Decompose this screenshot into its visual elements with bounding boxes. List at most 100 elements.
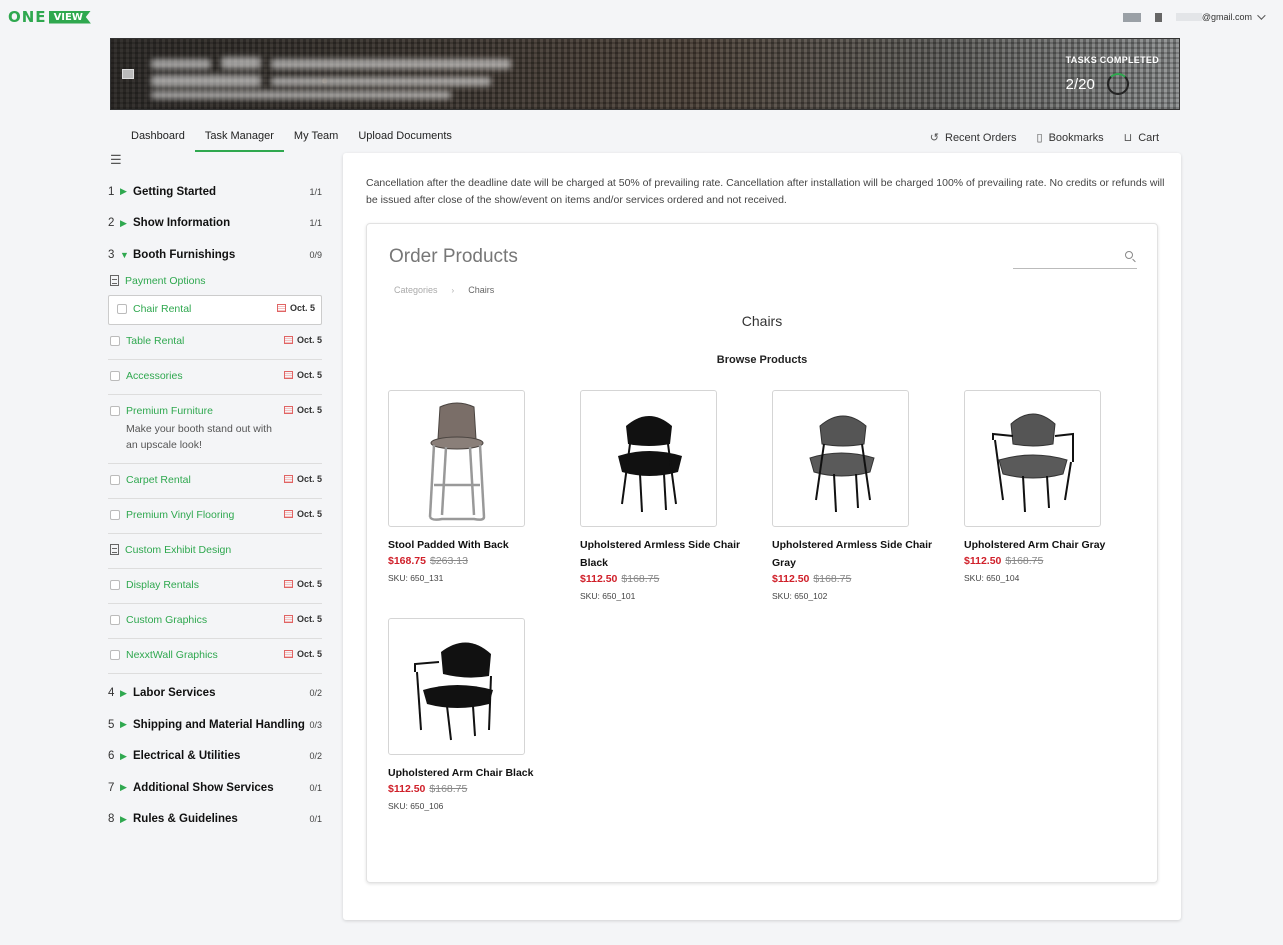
task-checkbox[interactable] (110, 579, 120, 590)
tab-upload-documents[interactable]: Upload Documents (348, 122, 462, 152)
cart-link[interactable]: ⊔ Cart (1124, 131, 1159, 145)
product-name[interactable]: Upholstered Arm Chair Black (388, 764, 568, 782)
task-checkbox[interactable] (110, 405, 120, 416)
task-item-carpet-rental[interactable]: Carpet Rental Oct. 5 (108, 464, 322, 499)
task-item-custom-graphics[interactable]: Custom Graphics Oct. 5 (108, 604, 322, 639)
bookmarks-link[interactable]: ▯ Bookmarks (1037, 131, 1104, 145)
task-due-date: Oct. 5 (289, 302, 315, 313)
product-old-price: $263.13 (429, 555, 468, 567)
tab-task-manager[interactable]: Task Manager (194, 122, 284, 152)
section-count: 0/2 (309, 751, 322, 762)
task-checkbox[interactable] (110, 370, 120, 381)
task-name: Table Rental (126, 334, 185, 347)
task-name: Chair Rental (133, 302, 192, 315)
sidebar-section[interactable]: 2 ▶ Show Information 1/1 (108, 208, 322, 240)
payment-options-link[interactable]: Payment Options (108, 275, 322, 295)
breadcrumb-separator-icon: › (451, 285, 455, 295)
product-old-price: $168.75 (621, 573, 660, 585)
task-name: Carpet Rental (126, 473, 191, 486)
checklist-icon[interactable]: ☰ (110, 150, 322, 176)
task-due-date: Oct. 5 (296, 369, 322, 380)
breadcrumb-current: Chairs (468, 285, 495, 295)
calendar-icon (283, 405, 293, 414)
task-checkbox[interactable] (110, 335, 120, 346)
product-card: Upholstered Arm Chair Gray $112.50 $168.7… (964, 390, 1144, 583)
sidebar-section[interactable]: 8 ▶ Rules & Guidelines 0/1 (108, 804, 322, 836)
search-input[interactable] (1013, 251, 1137, 269)
progress-ring (1106, 73, 1129, 95)
breadcrumb-categories[interactable]: Categories (394, 285, 438, 295)
side-chair-black-image (617, 415, 682, 512)
task-item-premium-furniture[interactable]: Premium Furniture Make your booth stand o… (108, 395, 322, 464)
sidebar-section[interactable]: 6 ▶ Electrical & Utilities 0/2 (108, 741, 322, 773)
recent-orders-link[interactable]: ↺ Recent Orders (929, 131, 1017, 145)
oneview-logo[interactable]: ONE VIEW (8, 8, 91, 26)
calendar-icon (283, 335, 293, 344)
product-price: $112.50 (388, 783, 426, 795)
task-due-date: Oct. 5 (296, 473, 322, 484)
section-name: Booth Furnishings (133, 248, 236, 261)
product-name[interactable]: Upholstered Arm Chair Gray (964, 536, 1144, 554)
calendar-icon (283, 614, 293, 623)
task-due-date: Oct. 5 (296, 648, 322, 659)
redacted-block (1154, 12, 1162, 22)
task-sidebar: ☰ 1 ▶ Getting Started 1/1 2 ▶ Show Infor… (108, 150, 322, 835)
sidebar-section[interactable]: 1 ▶ Getting Started 1/1 (108, 176, 322, 208)
product-image[interactable] (580, 390, 717, 527)
document-icon (110, 543, 119, 555)
account-email: @gmail.com (1201, 12, 1252, 22)
section-number: 7 (108, 781, 115, 794)
product-image[interactable] (964, 390, 1101, 527)
section-count: 1/1 (309, 186, 322, 197)
product-image[interactable] (388, 390, 525, 527)
main-content-card: Cancellation after the deadline date wil… (343, 153, 1181, 920)
task-item-nexxtwall-graphics[interactable]: NexxtWall Graphics Oct. 5 (108, 639, 322, 674)
category-title: Chairs (741, 313, 783, 329)
search-icon[interactable] (1125, 251, 1133, 259)
section-count: 0/3 (309, 719, 322, 730)
task-name: Custom Graphics (126, 613, 208, 626)
product-old-price: $168.75 (429, 783, 468, 795)
section-number: 5 (108, 718, 115, 731)
redacted-block (271, 59, 511, 69)
section-count: 1/1 (309, 218, 322, 229)
task-checkbox[interactable] (110, 614, 120, 625)
task-item-display-rentals[interactable]: Display Rentals Oct. 5 (108, 569, 322, 604)
task-item-premium-vinyl-flooring[interactable]: Premium Vinyl Flooring Oct. 5 (108, 499, 322, 534)
sidebar-section[interactable]: 5 ▶ Shipping and Material Handling 0/3 (108, 709, 322, 741)
product-card: Upholstered Arm Chair Black $112.50 $168.… (388, 618, 568, 811)
product-name[interactable]: Upholstered Armless Side Chair Black (580, 536, 760, 572)
tasks-completed-count: 2/20 (1065, 75, 1095, 93)
product-image[interactable] (772, 390, 909, 527)
task-checkbox[interactable] (110, 474, 120, 485)
tab-my-team[interactable]: My Team (284, 122, 348, 152)
task-item-accessories[interactable]: Accessories Oct. 5 (108, 360, 322, 395)
task-due-date: Oct. 5 (296, 508, 322, 519)
task-checkbox[interactable] (110, 649, 120, 660)
sidebar-section[interactable]: 4 ▶ Labor Services 0/2 (108, 678, 322, 710)
product-price: $112.50 (964, 555, 1002, 567)
task-name: Accessories (126, 369, 183, 382)
calendar-icon (276, 303, 286, 312)
section-name: Electrical & Utilities (133, 750, 241, 763)
redacted-block (151, 59, 211, 69)
caret-right-icon: ▶ (120, 719, 127, 730)
task-item-custom-exhibit-design[interactable]: Custom Exhibit Design (108, 534, 322, 569)
tab-dashboard[interactable]: Dashboard (121, 122, 195, 152)
product-name[interactable]: Stool Padded With Back (388, 536, 568, 554)
sidebar-section-expanded[interactable]: 3 ▼ Booth Furnishings 0/9 (108, 239, 322, 271)
history-icon: ↺ (929, 132, 939, 144)
task-item-chair-rental[interactable]: Chair Rental Oct. 5 (108, 294, 322, 325)
task-item-table-rental[interactable]: Table Rental Oct. 5 (108, 325, 322, 360)
product-sku: SKU: 650_106 (388, 801, 444, 811)
sidebar-section[interactable]: 7 ▶ Additional Show Services 0/1 (108, 772, 322, 804)
task-checkbox[interactable] (117, 303, 127, 314)
product-image[interactable] (388, 618, 525, 755)
section-number: 2 (108, 217, 115, 230)
product-name[interactable]: Upholstered Armless Side Chair Gray (772, 536, 952, 572)
account-menu[interactable]: @gmail.com (1122, 11, 1266, 22)
section-name: Additional Show Services (133, 781, 274, 794)
task-checkbox[interactable] (110, 509, 120, 520)
section-count: 0/1 (309, 814, 322, 825)
section-name: Labor Services (133, 687, 216, 700)
